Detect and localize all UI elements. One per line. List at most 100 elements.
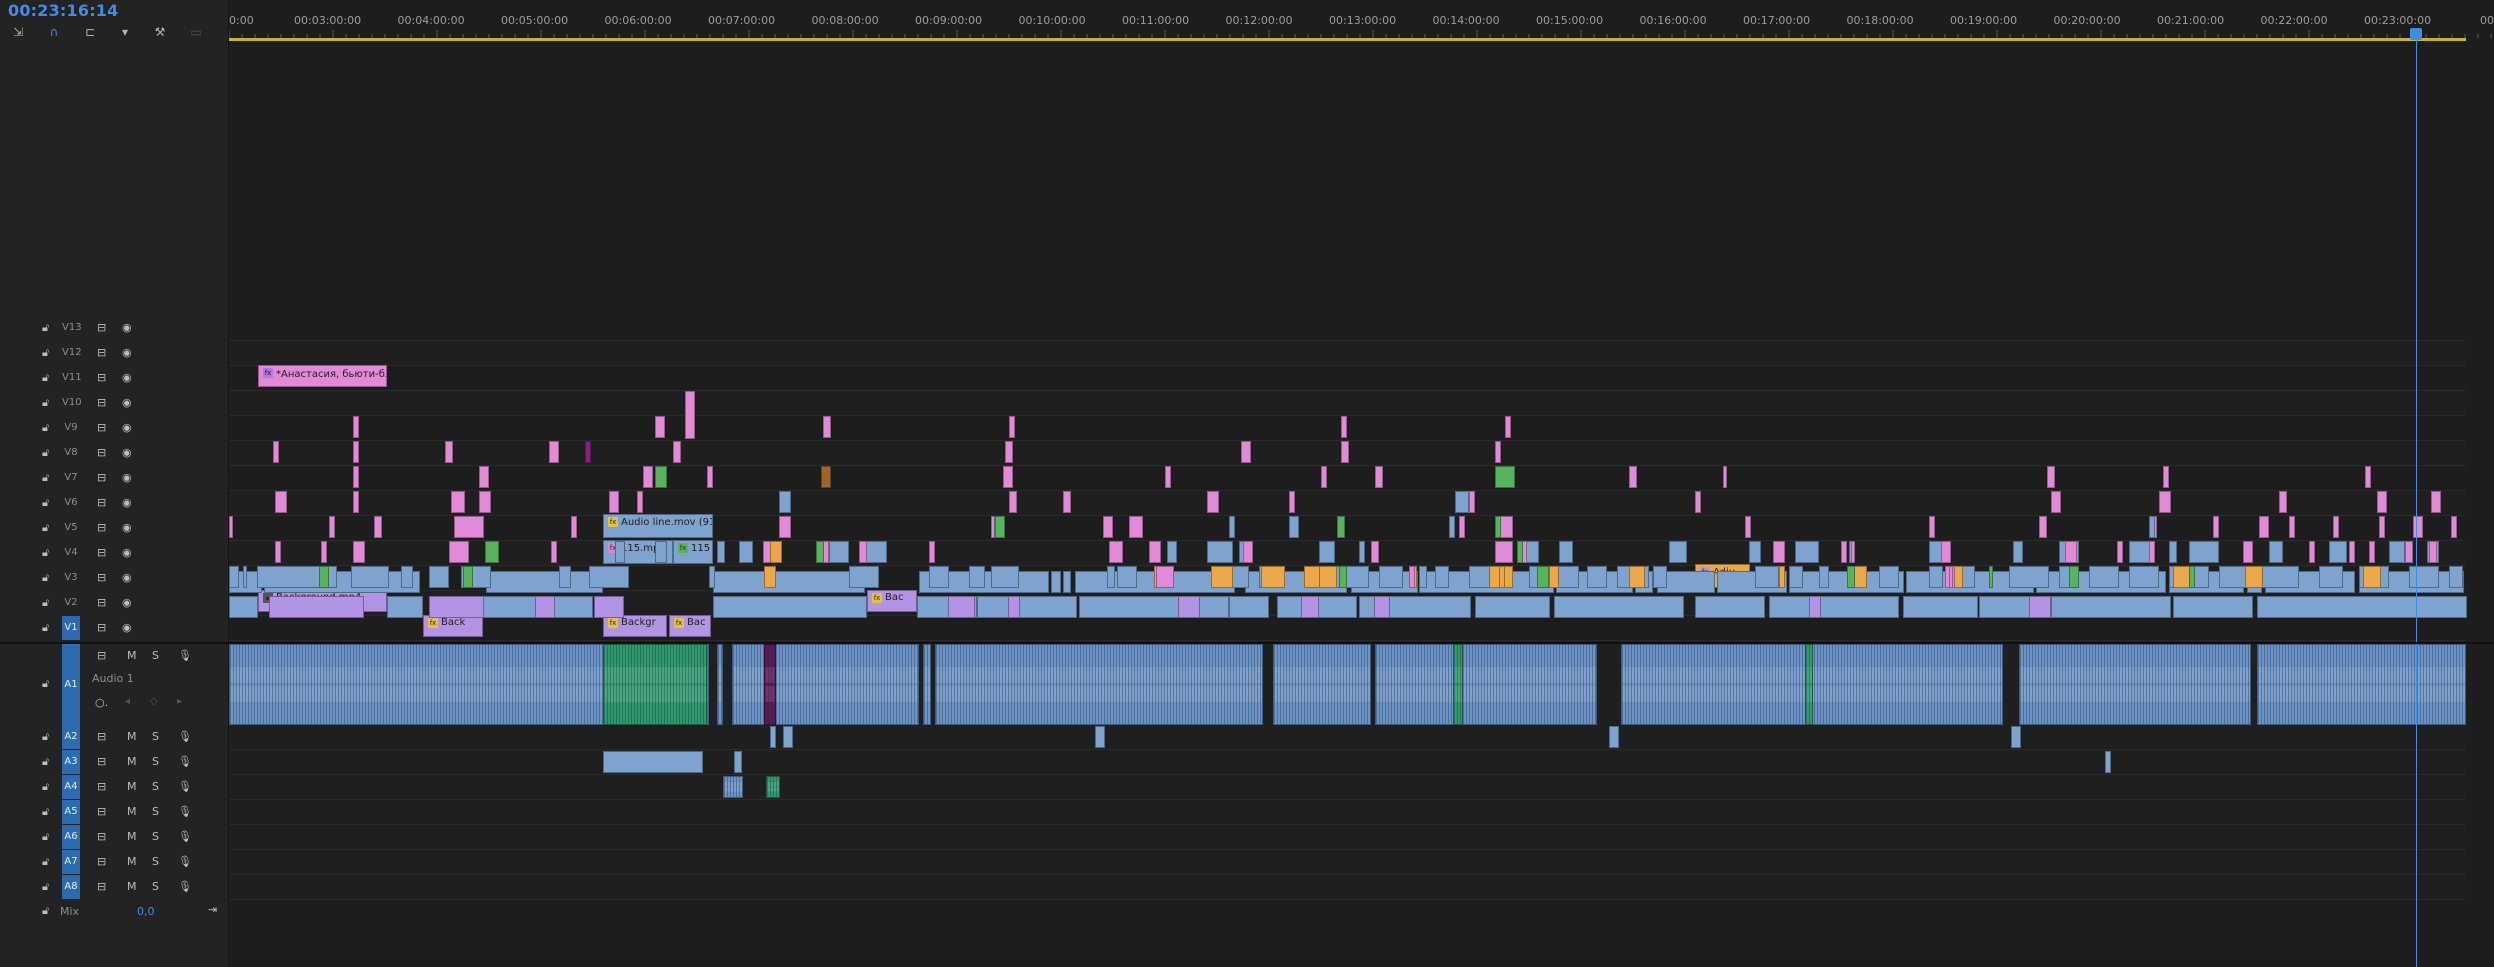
eye-icon[interactable]: ◉ — [122, 491, 132, 515]
graphics-clip[interactable] — [1375, 466, 1383, 488]
video-clip[interactable] — [2319, 566, 2343, 588]
video-track-lane[interactable] — [229, 341, 2466, 366]
graphics-clip[interactable] — [2349, 541, 2355, 563]
eye-icon[interactable]: ◉ — [122, 591, 132, 615]
video-clip[interactable] — [1304, 566, 1320, 588]
video-clip[interactable] — [991, 566, 1019, 588]
audio-clip[interactable] — [923, 644, 931, 725]
video-clip[interactable] — [243, 566, 247, 588]
lock-icon[interactable]: 🔓︎ — [42, 775, 49, 799]
video-clip[interactable] — [1419, 566, 1427, 588]
track-label[interactable]: V10 — [62, 391, 82, 415]
audio-clip[interactable] — [717, 644, 723, 725]
video-clip[interactable] — [2009, 566, 2049, 588]
graphics-clip[interactable] — [1009, 491, 1017, 513]
video-clip[interactable] — [1499, 566, 1505, 588]
lock-icon[interactable]: 🔓︎ — [42, 591, 49, 615]
video-clip[interactable] — [589, 566, 629, 588]
graphics-clip[interactable] — [779, 516, 791, 538]
video-track-lane[interactable] — [229, 316, 2466, 341]
video-clip[interactable] — [849, 566, 879, 588]
video-clip[interactable] — [821, 466, 831, 488]
lock-icon[interactable]: 🔓︎ — [42, 366, 49, 390]
video-clip[interactable] — [1669, 541, 1687, 563]
nested-clip[interactable] — [319, 566, 329, 588]
video-clip[interactable] — [969, 566, 985, 588]
video-clip[interactable] — [1319, 566, 1337, 588]
track-label[interactable]: V11 — [62, 366, 82, 390]
sync-lock-icon[interactable]: ⊟ — [97, 644, 106, 668]
graphics-clip[interactable] — [1773, 541, 1785, 563]
video-clip[interactable] — [2189, 541, 2219, 563]
video-clip[interactable] — [1769, 596, 1899, 618]
graphics-clip[interactable] — [1629, 466, 1637, 488]
graphics-clip[interactable] — [1723, 466, 1727, 488]
solo-button[interactable]: S — [152, 800, 159, 824]
video-clip[interactable] — [1779, 566, 1785, 588]
work-area-bar[interactable] — [229, 38, 2466, 41]
lock-icon[interactable]: 🔓︎ — [42, 750, 49, 774]
graphics-clip[interactable] — [2159, 491, 2171, 513]
video-clip[interactable] — [2149, 516, 2155, 538]
video-clip[interactable] — [929, 566, 949, 588]
nested-clip[interactable] — [1517, 541, 1523, 563]
linked-selection-icon[interactable]: ⊏ — [82, 24, 98, 40]
sync-lock-icon[interactable]: ⊟ — [97, 775, 106, 799]
audio-clip[interactable] — [1609, 726, 1619, 748]
sync-lock-icon[interactable]: ⊟ — [97, 391, 106, 415]
sync-lock-icon[interactable]: ⊟ — [97, 750, 106, 774]
graphics-clip[interactable] — [1289, 491, 1295, 513]
adjustment-clip[interactable] — [1178, 596, 1200, 618]
video-clip[interactable] — [1051, 571, 1061, 593]
graphics-clip[interactable] — [2065, 541, 2077, 563]
next-keyframe-icon[interactable]: ▸ — [177, 696, 182, 707]
graphics-clip[interactable] — [2405, 541, 2413, 563]
graphics-clip[interactable] — [2051, 491, 2061, 513]
sync-lock-icon[interactable]: ⊟ — [97, 800, 106, 824]
mix-volume-value[interactable]: 0,0 — [137, 905, 155, 918]
graphics-clip[interactable] — [2333, 516, 2339, 538]
audio-clip[interactable] — [2257, 644, 2466, 725]
sync-lock-icon[interactable]: ⊟ — [97, 825, 106, 849]
video-clip[interactable] — [1211, 566, 1233, 588]
video-clip[interactable] — [2013, 541, 2023, 563]
track-label[interactable]: V2 — [62, 591, 80, 615]
graphics-clip[interactable] — [454, 516, 484, 538]
track-label[interactable]: A3 — [62, 750, 80, 774]
graphics-clip[interactable] — [1165, 466, 1171, 488]
graphics-clip[interactable] — [321, 541, 327, 563]
graphics-clip[interactable] — [2377, 491, 2387, 513]
graphics-clip[interactable] — [1409, 566, 1415, 588]
solo-button[interactable]: S — [152, 725, 159, 749]
graphics-clip[interactable] — [1341, 441, 1349, 463]
sync-lock-icon[interactable]: ⊟ — [97, 466, 106, 490]
audio-clip[interactable] — [766, 776, 780, 798]
graphics-clip[interactable] — [549, 441, 559, 463]
microphone-icon[interactable]: 🎙︎ — [178, 750, 192, 774]
lock-icon[interactable]: 🔓︎ — [42, 416, 49, 440]
graphics-clip[interactable] — [2429, 541, 2437, 563]
lock-icon[interactable]: 🔓︎ — [42, 516, 49, 540]
graphics-clip[interactable] — [1495, 541, 1513, 563]
track-label[interactable]: A6 — [62, 825, 80, 849]
mute-button[interactable]: M — [127, 725, 137, 749]
playhead-line[interactable] — [2416, 38, 2417, 967]
video-clip[interactable] — [1554, 596, 1684, 618]
lock-icon[interactable]: 🔓︎ — [42, 800, 49, 824]
graphics-clip[interactable] — [229, 516, 233, 538]
video-track-lane[interactable] — [229, 416, 2466, 441]
video-clip[interactable] — [1261, 566, 1285, 588]
graphics-clip[interactable] — [1005, 441, 1013, 463]
microphone-icon[interactable]: 🎙︎ — [178, 775, 192, 799]
graphics-clip[interactable] — [1495, 441, 1501, 463]
graphics-clip[interactable]: fx *Анастасия, бьюти-бло — [258, 365, 387, 387]
graphics-clip[interactable] — [1149, 541, 1161, 563]
video-clip[interactable] — [717, 541, 725, 563]
video-clip[interactable] — [1167, 541, 1177, 563]
graphics-clip[interactable] — [1009, 416, 1015, 438]
video-track-lane[interactable] — [229, 491, 2466, 516]
video-clip[interactable] — [401, 566, 413, 588]
graphics-clip[interactable] — [1241, 441, 1251, 463]
audio-track-lane[interactable] — [229, 750, 2466, 775]
microphone-icon[interactable]: 🎙︎ — [178, 644, 192, 668]
